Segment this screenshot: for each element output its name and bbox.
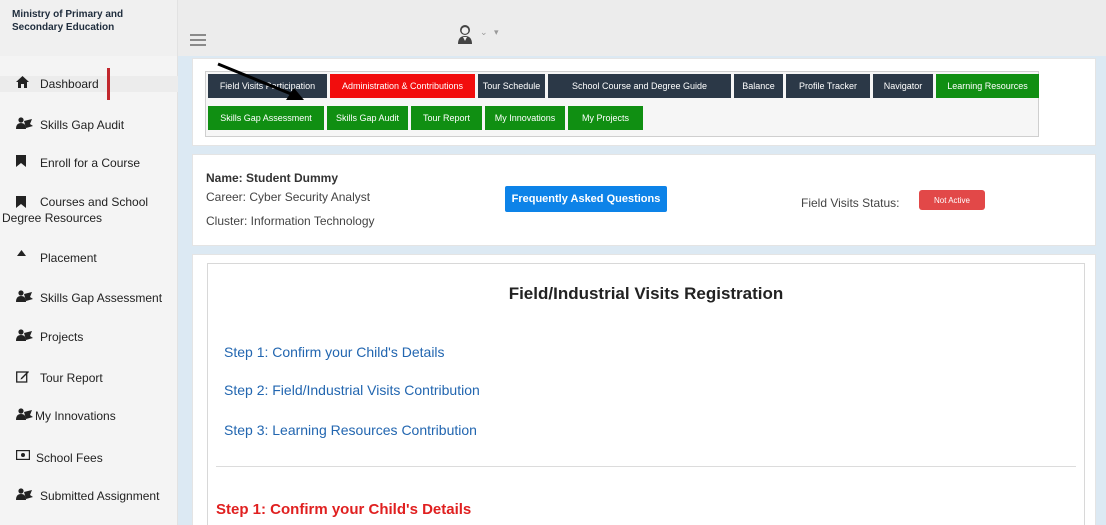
nav-skills-gap-audit-button[interactable]: Skills Gap Audit (327, 106, 408, 130)
nav-balance-button[interactable]: Balance (734, 74, 783, 98)
users-icon (16, 329, 36, 341)
sidebar-item-label: Submitted Assignment (40, 489, 160, 503)
sidebar-item-label: Placement (40, 251, 97, 265)
nav-my-innovations-button[interactable]: My Innovations (485, 106, 565, 130)
hamburger-menu-icon[interactable] (190, 34, 206, 46)
nav-tour-report-button[interactable]: Tour Report (411, 106, 482, 130)
nav-learning-resources-button[interactable]: Learning Resources (936, 74, 1039, 98)
faq-button[interactable]: Frequently Asked Questions (505, 186, 667, 212)
sidebar-item-label: Skills Gap Audit (40, 118, 125, 132)
sidebar-item-dashboard[interactable]: Dashboard (0, 68, 178, 100)
step-2-link[interactable]: Step 2: Field/Industrial Visits Contribu… (224, 382, 480, 398)
edit-icon (16, 370, 36, 383)
users-icon (16, 488, 36, 500)
field-visits-status-label: Field Visits Status: (801, 196, 900, 210)
top-bar: ⌄ ▾ (178, 0, 1106, 56)
sidebar-item-label: My Innovations (35, 409, 116, 423)
users-icon (16, 290, 36, 302)
sidebar-item-label: Tour Report (40, 371, 103, 385)
quick-nav-box: Field Visits Participation Administratio… (205, 71, 1039, 137)
users-icon (16, 117, 36, 129)
user-dropdown-caret-icon[interactable]: ⌄ ▾ (480, 27, 501, 38)
nav-profile-tracker-button[interactable]: Profile Tracker (786, 74, 870, 98)
sidebar-item-my-innovations[interactable]: My Innovations (0, 408, 178, 424)
registration-panel: Field/Industrial Visits Registration Ste… (207, 263, 1085, 525)
current-step-heading: Step 1: Confirm your Child's Details (216, 501, 472, 518)
sidebar-item-label: Projects (40, 330, 84, 344)
step-1-link[interactable]: Step 1: Confirm your Child's Details (224, 344, 445, 360)
caret-up-icon (16, 250, 36, 256)
nav-skills-gap-assessment-button[interactable]: Skills Gap Assessment (208, 106, 324, 130)
sidebar-item-placement[interactable]: Placement (0, 250, 178, 266)
brand-title: Ministry of Primary and Secondary Educat… (0, 0, 177, 56)
bookmark-icon (16, 155, 36, 167)
divider (216, 466, 1076, 467)
sidebar-item-enroll-course[interactable]: Enroll for a Course (0, 155, 178, 171)
annotation-arrow-icon (217, 62, 304, 100)
status-badge: Not Active (919, 190, 985, 210)
sidebar-item-label: Courses and School (40, 195, 149, 209)
student-cluster: Cluster: Information Technology (206, 214, 375, 228)
student-name: Name: Student Dummy (206, 171, 339, 185)
nav-school-course-degree-guide-button[interactable]: School Course and Degree Guide (548, 74, 731, 98)
sidebar-item-projects[interactable]: Projects (0, 329, 178, 345)
sidebar-item-courses-degree-resources[interactable]: Courses and School Degree Resources (0, 194, 178, 226)
nav-tour-schedule-button[interactable]: Tour Schedule (478, 74, 545, 98)
home-icon (16, 76, 36, 88)
sidebar-item-label: Enroll for a Course (40, 156, 141, 170)
sidebar-item-label: Skills Gap Assessment (40, 291, 163, 305)
registration-title: Field/Industrial Visits Registration (508, 284, 784, 303)
registration-card: Field/Industrial Visits Registration Ste… (192, 254, 1096, 525)
sidebar-item-label-line2: Degree Resources (2, 211, 103, 225)
sidebar-item-school-fees[interactable]: School Fees (0, 450, 178, 466)
sidebar-item-label: Dashboard (40, 77, 99, 91)
nav-navigator-button[interactable]: Navigator (873, 74, 933, 98)
sidebar-item-skills-gap-audit[interactable]: Skills Gap Audit (0, 117, 178, 133)
sidebar: Ministry of Primary and Secondary Educat… (0, 0, 178, 525)
step-3-link[interactable]: Step 3: Learning Resources Contribution (224, 422, 477, 438)
nav-my-projects-button[interactable]: My Projects (568, 106, 643, 130)
student-profile-card: Name: Student Dummy Career: Cyber Securi… (192, 154, 1096, 246)
sidebar-item-label: School Fees (36, 451, 103, 465)
quick-nav-card: Field Visits Participation Administratio… (192, 58, 1096, 146)
money-icon (16, 450, 32, 460)
sidebar-item-tour-report[interactable]: Tour Report (0, 370, 178, 386)
bookmark-icon (16, 196, 36, 208)
users-icon (16, 408, 33, 420)
user-avatar-icon[interactable] (456, 24, 474, 44)
nav-administration-contributions-button[interactable]: Administration & Contributions (330, 74, 475, 98)
sidebar-item-submitted-assignment[interactable]: Submitted Assignment (0, 488, 178, 504)
sidebar-item-skills-gap-assessment[interactable]: Skills Gap Assessment (0, 290, 178, 306)
student-career: Career: Cyber Security Analyst (206, 190, 371, 204)
